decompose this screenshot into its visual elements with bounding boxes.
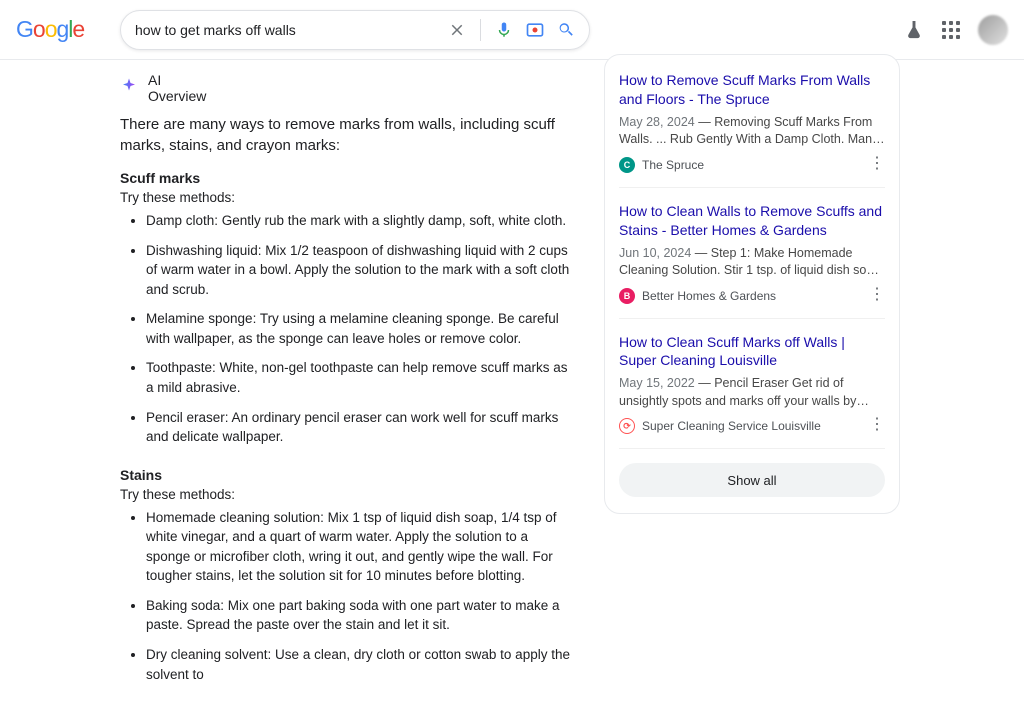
list-item: Melamine sponge: Try using a melamine cl… [146,309,570,348]
section-scuff-marks: Scuff marks Try these methods: Damp clot… [120,170,570,447]
ai-overview-label: AI Overview [148,72,206,104]
source-menu-icon[interactable]: ⋮ [869,284,885,304]
source-favicon: C [619,157,635,173]
source-title[interactable]: How to Clean Walls to Remove Scuffs and … [619,202,885,240]
source-item: How to Clean Walls to Remove Scuffs and … [619,202,885,319]
section-heading: Stains [120,467,570,483]
source-site[interactable]: B Better Homes & Gardens [619,288,885,304]
source-item: How to Clean Scuff Marks off Walls | Sup… [619,333,885,450]
source-snippet: Jun 10, 2024 — Step 1: Make Homemade Cle… [619,245,885,280]
image-search-icon[interactable] [525,20,545,40]
sources-panel: How to Remove Scuff Marks From Walls and… [604,54,900,514]
labs-icon[interactable] [904,20,924,40]
search-bar[interactable] [120,10,590,50]
list-item: Damp cloth: Gently rub the mark with a s… [146,211,570,231]
source-menu-icon[interactable]: ⋮ [869,414,885,434]
source-site[interactable]: ⟳ Super Cleaning Service Louisville [619,418,885,434]
section-sub: Try these methods: [120,487,570,502]
search-input[interactable] [135,22,448,38]
list-item: Pencil eraser: An ordinary pencil eraser… [146,408,570,447]
method-list: Damp cloth: Gently rub the mark with a s… [120,211,570,447]
list-item: Toothpaste: White, non-gel toothpaste ca… [146,358,570,397]
account-avatar[interactable] [978,15,1008,45]
source-menu-icon[interactable]: ⋮ [869,153,885,173]
list-item: Dry cleaning solvent: Use a clean, dry c… [146,645,570,684]
voice-search-icon[interactable] [495,21,513,39]
source-item: How to Remove Scuff Marks From Walls and… [619,71,885,188]
header: Google [0,0,1024,60]
source-site[interactable]: C The Spruce [619,157,885,173]
source-snippet: May 15, 2022 — Pencil Eraser Get rid of … [619,375,885,410]
ai-lead-text: There are many ways to remove marks from… [120,114,570,156]
list-item: Dishwashing liquid: Mix 1/2 teaspoon of … [146,241,570,300]
source-title[interactable]: How to Remove Scuff Marks From Walls and… [619,71,885,109]
list-item: Homemade cleaning solution: Mix 1 tsp of… [146,508,570,586]
source-snippet: May 28, 2024 — Removing Scuff Marks From… [619,114,885,149]
search-icon[interactable] [557,21,575,39]
apps-icon[interactable] [942,21,960,39]
show-all-button[interactable]: Show all [619,463,885,497]
clear-icon[interactable] [448,21,466,39]
section-stains: Stains Try these methods: Homemade clean… [120,467,570,685]
section-heading: Scuff marks [120,170,570,186]
method-list: Homemade cleaning solution: Mix 1 tsp of… [120,508,570,685]
source-favicon: ⟳ [619,418,635,434]
list-item: Baking soda: Mix one part baking soda wi… [146,596,570,635]
ai-sparkle-icon [120,77,138,100]
source-favicon: B [619,288,635,304]
section-sub: Try these methods: [120,190,570,205]
ai-overview: AI Overview ⌂ B ⟳ +4 ⋮ There are many wa… [120,60,570,704]
google-logo[interactable]: Google [16,16,96,43]
source-title[interactable]: How to Clean Scuff Marks off Walls | Sup… [619,333,885,371]
